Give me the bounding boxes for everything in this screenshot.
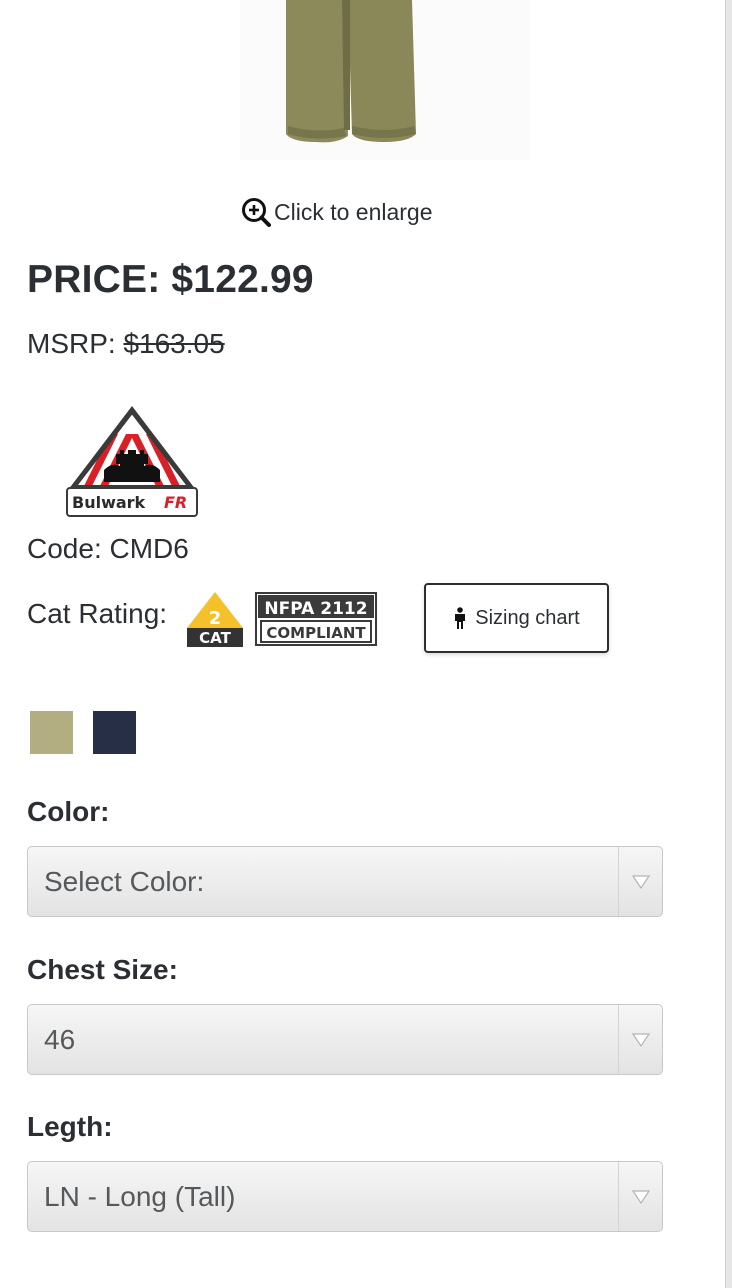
brand-name: Bulwark bbox=[72, 493, 146, 512]
chevron-down-icon bbox=[618, 1162, 662, 1231]
color-swatch-navy[interactable] bbox=[93, 711, 136, 754]
click-to-enlarge-link[interactable]: Click to enlarge bbox=[240, 196, 433, 228]
chest-size-select-value: 46 bbox=[44, 1024, 76, 1055]
click-to-enlarge-label: Click to enlarge bbox=[274, 198, 433, 225]
brand-suffix: FR bbox=[164, 493, 187, 512]
msrp-label: MSRP: bbox=[27, 328, 124, 359]
msrp: MSRP: $163.05 bbox=[27, 328, 225, 360]
msrp-value: $163.05 bbox=[123, 328, 225, 359]
chest-size-select[interactable]: 46 bbox=[27, 1004, 663, 1075]
product-pants-image bbox=[240, 0, 530, 160]
scrollbar-track[interactable] bbox=[726, 0, 732, 1288]
cat-level-text: CAT bbox=[199, 629, 231, 647]
chevron-down-icon bbox=[618, 1005, 662, 1074]
sizing-chart-label: Sizing chart bbox=[475, 606, 580, 629]
product-image[interactable] bbox=[240, 0, 530, 160]
sizing-chart-button[interactable]: Sizing chart bbox=[424, 583, 609, 653]
product-price: PRICE: $122.99 bbox=[27, 258, 314, 301]
product-code: Code: CMD6 bbox=[27, 533, 189, 564]
person-icon bbox=[455, 607, 466, 629]
color-label: Color: bbox=[27, 796, 110, 827]
cat-rating-label: Cat Rating: bbox=[27, 598, 168, 629]
nfpa-line2: COMPLIANT bbox=[266, 624, 366, 642]
nfpa-2112-badge: NFPA 2112 COMPLIANT bbox=[255, 592, 377, 646]
cat-level: 2 bbox=[209, 608, 222, 629]
chest-size-label: Chest Size: bbox=[27, 954, 178, 985]
bulwark-fr-logo: Bulwark FR bbox=[64, 404, 200, 518]
color-select-value: Select Color: bbox=[44, 866, 205, 897]
length-select[interactable]: LN - Long (Tall) bbox=[27, 1161, 663, 1232]
nfpa-line1: NFPA 2112 bbox=[264, 599, 367, 619]
color-select[interactable]: Select Color: bbox=[27, 846, 663, 917]
zoom-in-icon bbox=[242, 198, 271, 227]
color-swatch-khaki[interactable] bbox=[30, 711, 73, 754]
length-label: Legth: bbox=[27, 1111, 113, 1142]
length-select-value: LN - Long (Tall) bbox=[44, 1181, 236, 1212]
cat-2-badge: 2 CAT bbox=[187, 592, 243, 647]
chevron-down-icon bbox=[618, 847, 662, 916]
